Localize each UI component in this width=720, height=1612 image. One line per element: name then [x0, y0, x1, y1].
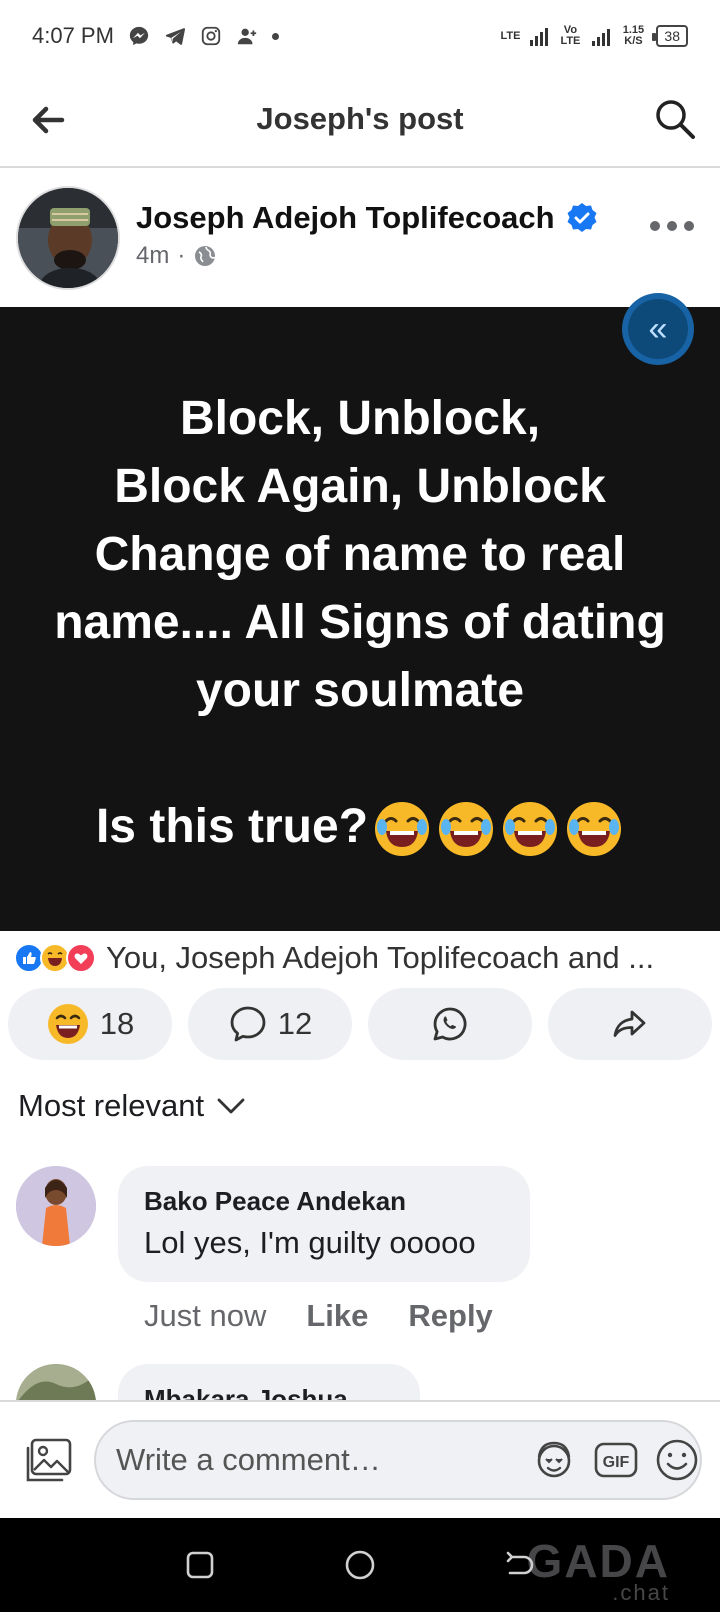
gif-button[interactable]: GIF	[593, 1436, 639, 1484]
post-author-name[interactable]: Joseph Adejoh Toplifecoach	[136, 200, 555, 236]
collapse-button[interactable]: «	[622, 293, 694, 365]
instagram-icon	[201, 26, 221, 46]
whatsapp-icon	[433, 1007, 467, 1041]
post-text-content: Block, Unblock, Block Again, Unblock Cha…	[54, 392, 666, 853]
laughing-emoji-icon	[439, 802, 494, 857]
sort-label: Most relevant	[18, 1088, 205, 1123]
commenter-avatar[interactable]	[16, 1364, 96, 1404]
messenger-icon	[129, 26, 149, 46]
recent-apps-icon[interactable]	[178, 1543, 222, 1587]
comment-count: 12	[277, 1006, 313, 1041]
page-title: Joseph's post	[256, 101, 464, 136]
reactions-text[interactable]: You, Joseph Adejoh Toplifecoach and ...	[106, 940, 654, 976]
author-avatar[interactable]	[16, 186, 120, 290]
post-action-row: 18 12	[8, 988, 712, 1060]
comment-bubble-icon	[230, 1006, 266, 1042]
share-button[interactable]	[548, 988, 712, 1060]
laughing-emoji-icon	[503, 802, 558, 857]
status-time: 4:07 PM	[32, 23, 114, 48]
person-add-icon	[237, 28, 257, 45]
notification-dot	[271, 32, 279, 40]
reaction-count: 18	[99, 1006, 135, 1041]
commenter-name[interactable]: Bako Peace Andekan	[144, 1186, 504, 1217]
comment-input[interactable]	[116, 1442, 515, 1478]
comment-composer: GIF	[0, 1400, 720, 1518]
reactions-summary[interactable]: You, Joseph Adejoh Toplifecoach and ...	[14, 940, 714, 976]
meta-separator: ·	[177, 242, 186, 269]
post-body[interactable]: « Block, Unblock, Block Again, Unblock C…	[0, 293, 720, 931]
post-time[interactable]: 4m	[136, 242, 169, 270]
avatar-sticker-icon[interactable]	[531, 1436, 577, 1484]
comment-text: Lol yes, I'm guilty ooooo	[144, 1225, 476, 1260]
reaction-icons	[14, 943, 96, 973]
laughing-emoji-icon	[375, 802, 430, 857]
chevron-down-icon	[217, 1098, 245, 1114]
emoji-icon[interactable]	[655, 1436, 699, 1484]
comment-time: Just now	[144, 1298, 267, 1333]
commenter-name[interactable]: Mbakara Joshua	[144, 1382, 394, 1400]
commenter-avatar-image	[16, 1364, 96, 1404]
app-bar: Joseph's post	[0, 72, 720, 168]
love-reaction-icon	[66, 943, 96, 973]
whatsapp-share-button[interactable]	[368, 988, 532, 1060]
signal-bars-2-icon	[592, 26, 611, 46]
comment-bubble[interactable]: Bako Peace Andekan Lol yes, I'm guilty o…	[118, 1166, 530, 1282]
photo-icon[interactable]	[22, 1436, 74, 1486]
post-text: Block, Unblock, Block Again, Unblock Cha…	[20, 385, 700, 861]
telegram-icon	[165, 28, 185, 45]
commenter-avatar-image	[16, 1166, 96, 1246]
haha-reaction-icon	[47, 1004, 88, 1044]
comment-reply-button[interactable]: Reply	[408, 1298, 492, 1334]
watermark-logo: GADA .chat	[527, 1534, 670, 1606]
post-meta: 4m ·	[136, 242, 217, 270]
status-right: LTE Vo LTE 1.15 K/S 38	[500, 25, 688, 47]
laughing-emoji-icon	[567, 802, 622, 857]
battery-level: 38	[664, 28, 680, 44]
post-header: Joseph Adejoh Toplifecoach 4m ·	[0, 170, 720, 306]
laughing-emoji-row	[372, 799, 624, 859]
share-arrow-icon	[613, 1010, 646, 1037]
volte-label: Vo LTE	[560, 24, 581, 47]
search-icon[interactable]	[652, 96, 698, 142]
battery-indicator: 38	[652, 25, 688, 47]
status-bar: 4:07 PM LTE Vo LTE 1.15 K/S 38	[0, 0, 720, 72]
collapse-chevrons-icon: «	[648, 309, 668, 348]
home-icon[interactable]	[338, 1543, 382, 1587]
network-label: LTE	[500, 29, 521, 42]
more-options-icon[interactable]	[650, 214, 694, 238]
reaction-button[interactable]: 18	[8, 988, 172, 1060]
comment-input-box[interactable]: GIF	[94, 1420, 702, 1500]
globe-icon	[195, 246, 216, 266]
signal-bars-icon	[530, 26, 549, 46]
verified-badge-icon	[567, 203, 597, 232]
status-left: 4:07 PM	[32, 23, 279, 49]
avatar-image	[18, 188, 118, 288]
comment-bubble[interactable]: Mbakara Joshua	[118, 1364, 420, 1400]
network-speed: 1.15 K/S	[622, 24, 645, 47]
comment-like-button[interactable]: Like	[306, 1298, 368, 1334]
commenter-avatar[interactable]	[16, 1166, 96, 1246]
post-author[interactable]: Joseph Adejoh Toplifecoach	[136, 200, 599, 236]
gif-label: GIF	[603, 1454, 630, 1471]
comment-button[interactable]: 12	[188, 988, 352, 1060]
comment-actions: Just now Like Reply	[144, 1298, 493, 1334]
comment-sort-dropdown[interactable]: Most relevant	[18, 1088, 246, 1124]
back-arrow-icon[interactable]	[26, 98, 70, 142]
